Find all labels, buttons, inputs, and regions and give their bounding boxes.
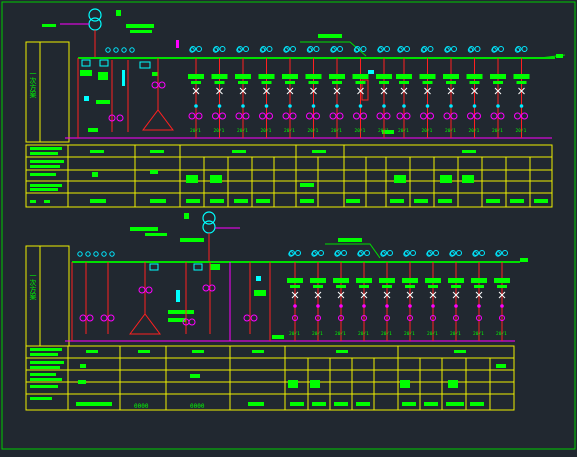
feeder-tag-b5: 20/1 bbox=[404, 331, 415, 337]
feeder-tag-t5: 20/1 bbox=[308, 128, 319, 134]
feeder-tag-b1: 20/1 bbox=[312, 331, 323, 337]
feeder-tag-t8: 20/1 bbox=[378, 128, 389, 134]
feeder-tag-tr4: 20/1 bbox=[492, 128, 503, 134]
feeder-tag-t4: 20/1 bbox=[284, 128, 295, 134]
feeder-tag-tr5: 20/1 bbox=[516, 128, 527, 134]
feeder-tag-t7: 20/1 bbox=[355, 128, 366, 134]
feeder-tag-b4: 20/1 bbox=[381, 331, 392, 337]
feeder-tag-t3: 20/1 bbox=[261, 128, 272, 134]
feeder-tag-t1: 20/1 bbox=[214, 128, 225, 134]
cad-drawing: 一次方案 20/1 20/1 20/1 20/1 20/1 20/1 20/1 … bbox=[0, 0, 577, 453]
feeder-tag-b6: 20/1 bbox=[427, 331, 438, 337]
bottom-side-label: 一次方案 bbox=[29, 272, 37, 301]
feeder-tag-b0: 20/1 bbox=[289, 331, 300, 337]
feeder-tag-b2: 20/1 bbox=[335, 331, 346, 337]
bottom-footer-right: 0000 bbox=[190, 403, 205, 410]
feeder-tag-tr1: 20/1 bbox=[422, 128, 433, 134]
feeder-tag-t0: 20/1 bbox=[190, 128, 201, 134]
feeder-tag-b7: 20/1 bbox=[450, 331, 461, 337]
feeder-tag-b8: 20/1 bbox=[473, 331, 484, 337]
feeder-tag-b3: 20/1 bbox=[358, 331, 369, 337]
feeder-tag-t6: 20/1 bbox=[331, 128, 342, 134]
single-line-diagram: 一次方案 20/1 20/1 20/1 20/1 20/1 20/1 20/1 … bbox=[0, 0, 577, 453]
feeder-tag-tr0: 20/1 bbox=[398, 128, 409, 134]
feeder-tag-t2: 20/1 bbox=[237, 128, 248, 134]
feeder-tag-tr2: 20/1 bbox=[445, 128, 456, 134]
feeder-tag-b9: 20/1 bbox=[496, 331, 507, 337]
feeder-tag-tr3: 20/1 bbox=[469, 128, 480, 134]
bottom-footer-left: 0000 bbox=[134, 403, 149, 410]
top-side-label: 一次方案 bbox=[29, 70, 37, 99]
